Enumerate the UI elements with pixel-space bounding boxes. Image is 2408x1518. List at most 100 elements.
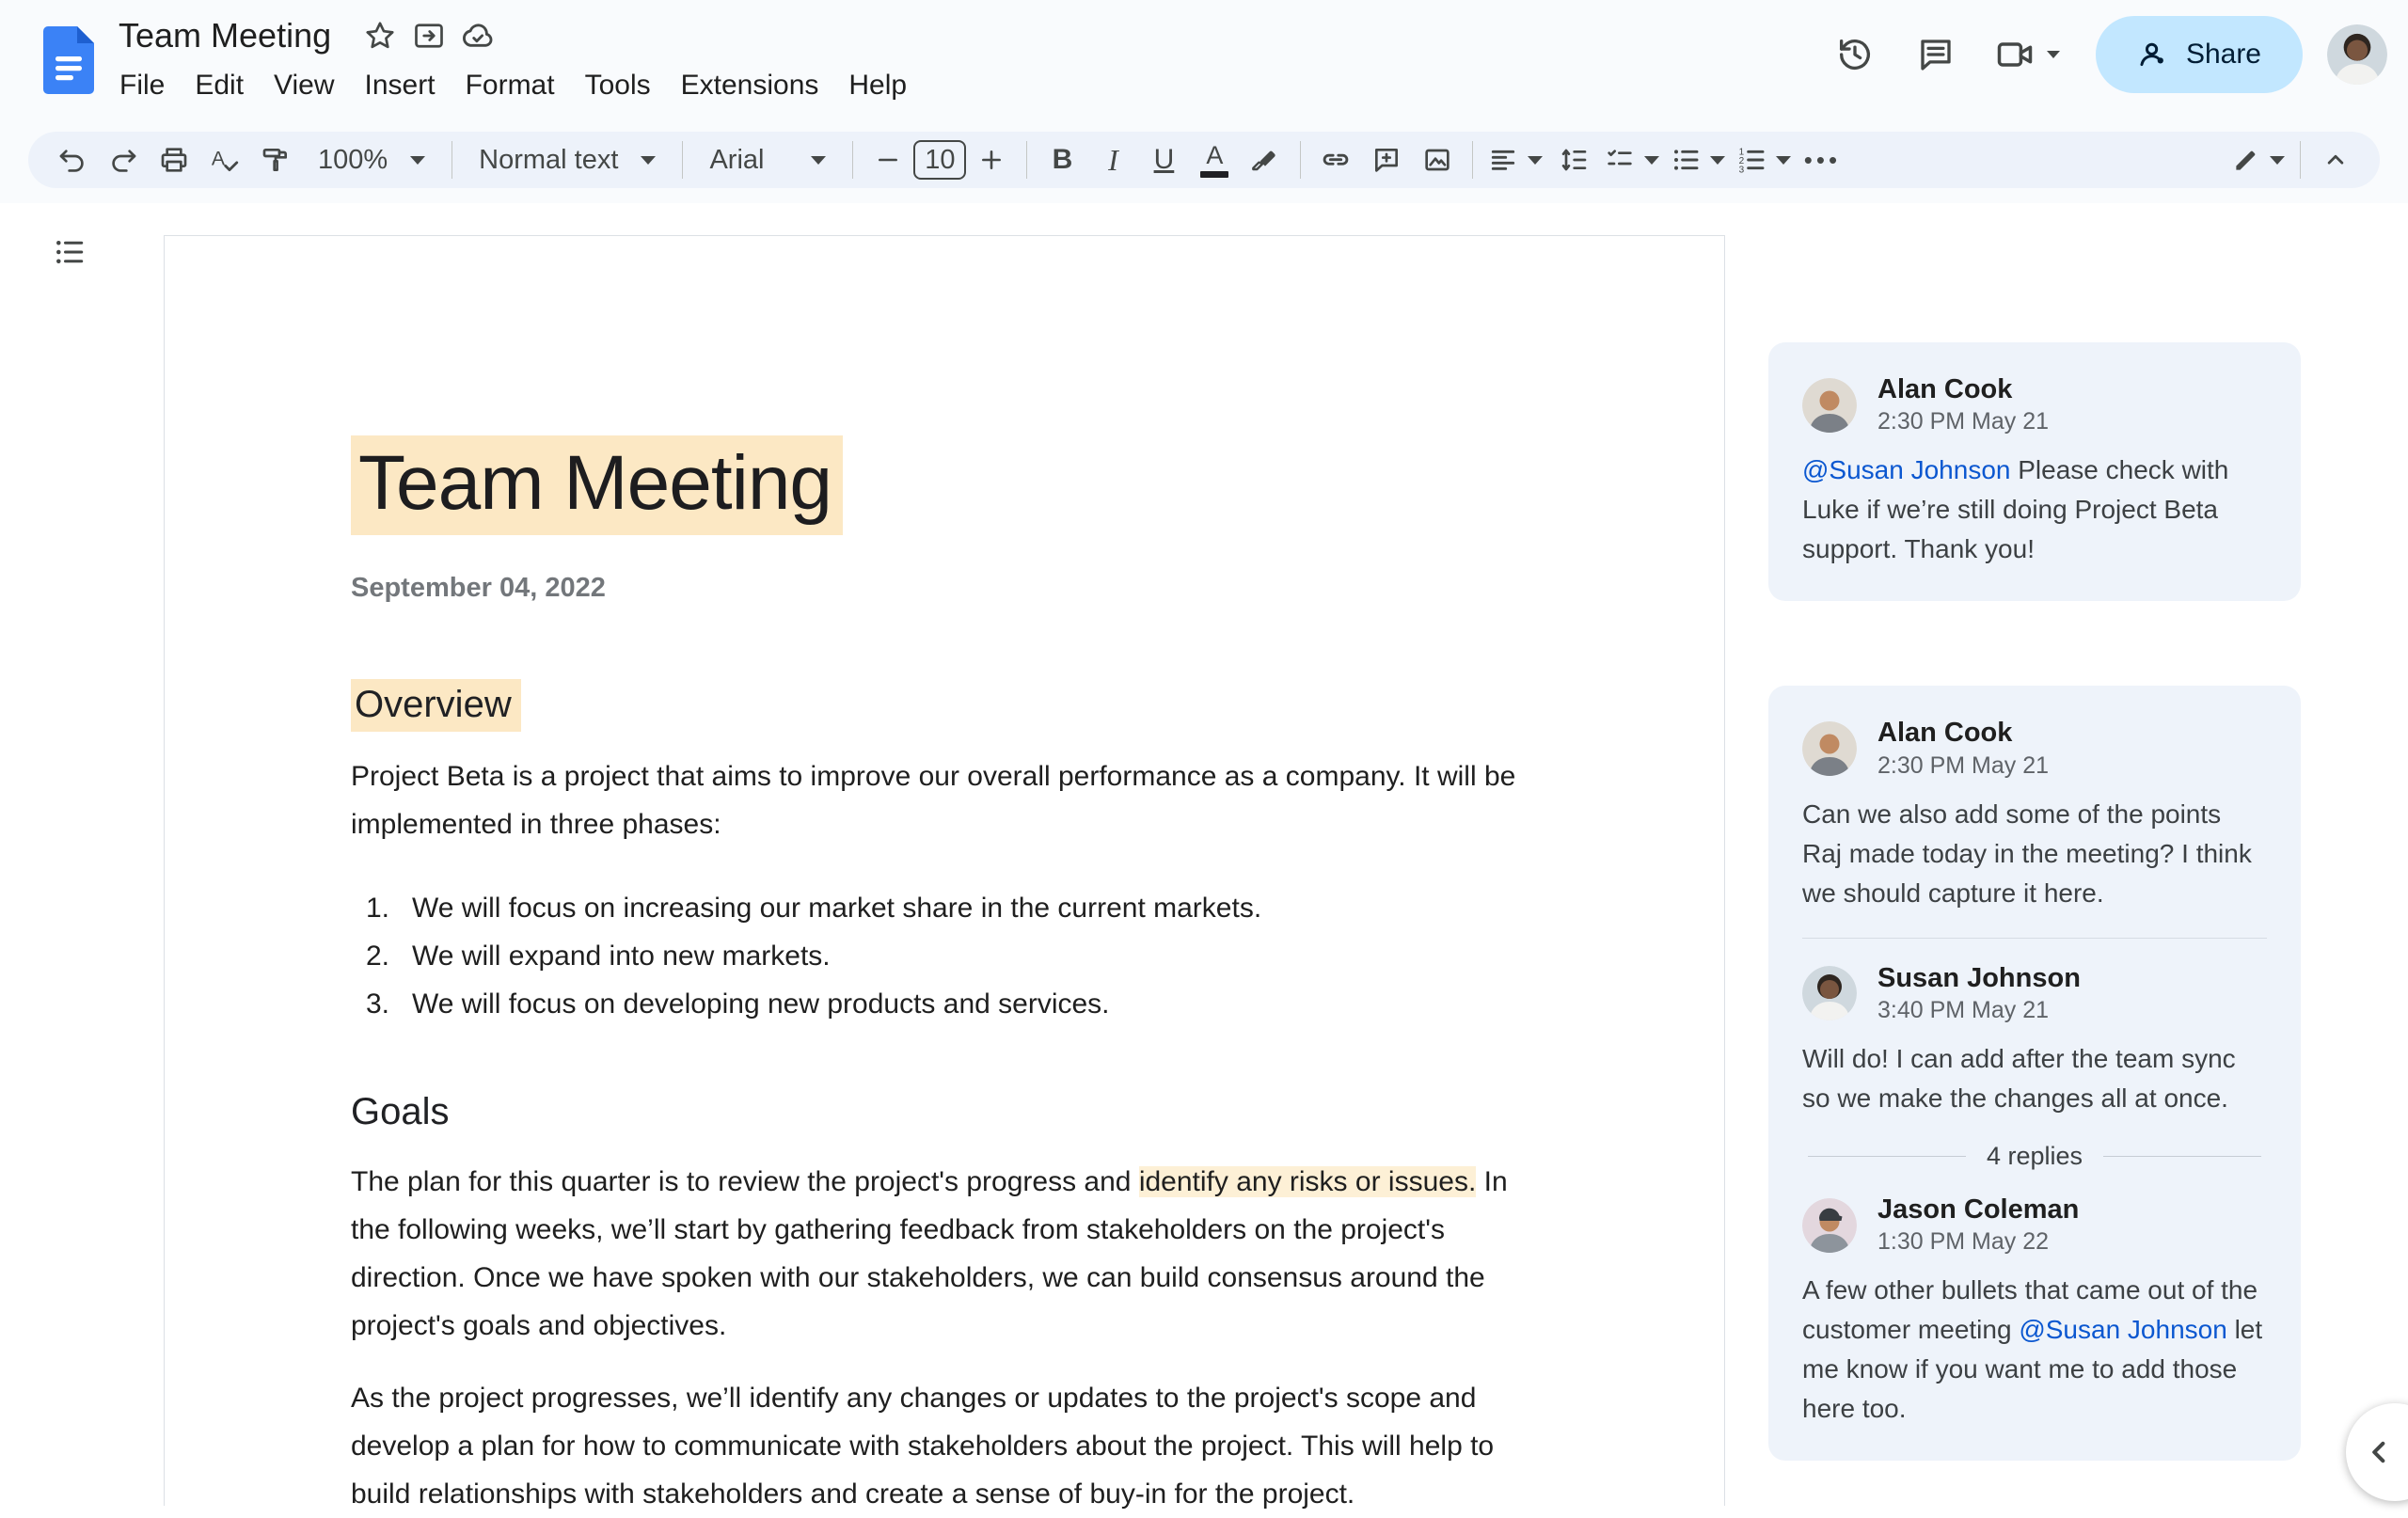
comment-author: Alan Cook [1877, 374, 2013, 404]
menu-insert[interactable]: Insert [350, 64, 451, 107]
menu-edit[interactable]: Edit [180, 64, 259, 107]
chevron-down-icon [811, 155, 827, 165]
numbered-list-icon: 1 2 3 [1739, 148, 1765, 175]
editing-mode-button[interactable] [2226, 137, 2290, 182]
bullet-list-icon [1674, 150, 1699, 170]
zoom-select[interactable]: 100% [301, 137, 442, 182]
menu-extensions[interactable]: Extensions [666, 64, 834, 107]
comment-header: Alan Cook 2:30 PM May 21 [1802, 718, 2267, 779]
document-title-field[interactable]: Team Meeting [119, 16, 331, 55]
comment-timestamp: 2:30 PM May 21 [1877, 751, 2050, 779]
save-status-button[interactable] [453, 11, 502, 60]
paragraph-style-select[interactable]: Normal text [462, 137, 673, 182]
formatting-toolbar: A 100% Normal text Arial 10 B I U A 1 2 … [28, 132, 2380, 188]
checklist-icon [1608, 150, 1633, 166]
minus-icon [879, 158, 898, 162]
underline-icon: U [1153, 144, 1175, 175]
mention-link[interactable]: @Susan Johnson [1802, 455, 2010, 484]
menu-format[interactable]: Format [451, 64, 570, 107]
comment-header: Jason Coleman 1:30 PM May 22 [1802, 1194, 2267, 1256]
undo-button[interactable] [47, 137, 98, 182]
redo-button[interactable] [98, 137, 149, 182]
add-comment-button[interactable] [1361, 137, 1412, 182]
more-options-button[interactable]: ••• [1797, 137, 1847, 182]
bold-icon: B [1052, 144, 1073, 175]
replies-toggle[interactable]: 4 replies [1802, 1141, 2267, 1172]
share-label: Share [2185, 39, 2261, 70]
menu-help[interactable]: Help [833, 64, 922, 107]
avatar-alan-cook [1802, 377, 1857, 433]
checklist-button[interactable] [1599, 137, 1665, 182]
spellcheck-button[interactable]: A [199, 137, 250, 182]
bold-button[interactable]: B [1037, 137, 1087, 182]
comment-body: A few other bullets that came out of the… [1802, 1275, 2263, 1424]
underline-button[interactable]: U [1138, 137, 1189, 182]
menu-tools[interactable]: Tools [570, 64, 666, 107]
collapse-toolbar-button[interactable] [2310, 137, 2361, 182]
star-button[interactable] [356, 11, 404, 60]
comments-panel: Alan Cook 2:30 PM May 21 @Susan Johnson … [1768, 342, 2301, 1462]
join-call-button[interactable] [1981, 34, 2073, 75]
comment-card-2[interactable]: Alan Cook 2:30 PM May 21 Can we also add… [1768, 686, 2301, 1462]
comment-timestamp: 3:40 PM May 21 [1877, 997, 2050, 1024]
overview-heading: Overview [351, 679, 1538, 732]
numbered-list-button[interactable]: 1 2 3 [1731, 137, 1797, 182]
share-button[interactable]: Share [2095, 16, 2303, 93]
chevron-down-icon [2270, 155, 2285, 165]
list-item: 3. We will focus on developing new produ… [366, 988, 1110, 1020]
font-size-field[interactable]: 10 [913, 140, 967, 180]
increase-font-size-button[interactable] [966, 137, 1017, 182]
redo-icon [112, 150, 136, 172]
comment-card-1[interactable]: Alan Cook 2:30 PM May 21 @Susan Johnson … [1768, 342, 2301, 602]
print-button[interactable] [149, 137, 199, 182]
move-document-button[interactable] [404, 11, 453, 60]
highlight-color-button[interactable] [1240, 137, 1291, 182]
menu-file[interactable]: File [104, 64, 180, 107]
show-outline-button[interactable] [47, 229, 92, 275]
text-color-icon: A [1200, 142, 1229, 178]
document-page[interactable]: Team Meeting September 04, 2022 Overview… [164, 235, 1725, 1510]
doc-title-text: Team Meeting [351, 435, 844, 535]
account-avatar[interactable] [2327, 24, 2387, 85]
avatar-alan-cook [1802, 721, 1857, 777]
highlighted-text: identify any risks or issues. [1138, 1166, 1477, 1197]
divider-line [1808, 1156, 1966, 1158]
overview-paragraph: Project Beta is a project that aims to i… [351, 761, 1516, 840]
italic-button[interactable]: I [1087, 137, 1138, 182]
insert-image-button[interactable] [1412, 137, 1463, 182]
comment-meta: Alan Cook 2:30 PM May 21 [1877, 374, 2049, 435]
decrease-font-size-button[interactable] [863, 137, 913, 182]
text-color-button[interactable]: A [1189, 137, 1240, 182]
align-button[interactable] [1482, 137, 1548, 182]
comment-meta: Jason Coleman 1:30 PM May 22 [1877, 1194, 2079, 1256]
comment-header: Alan Cook 2:30 PM May 21 [1802, 374, 2267, 435]
docs-logo[interactable] [43, 26, 94, 94]
line-spacing-icon [1562, 149, 1587, 171]
comment-author: Alan Cook [1877, 718, 2013, 749]
person-icon [2137, 39, 2169, 71]
bulleted-list-button[interactable] [1665, 137, 1731, 182]
italic-icon: I [1108, 142, 1118, 177]
line-spacing-button[interactable] [1548, 137, 1599, 182]
history-icon [1835, 35, 1875, 74]
open-comments-button[interactable] [1900, 19, 1972, 90]
font-value: Arial [709, 144, 765, 175]
comments-icon [1916, 35, 1956, 74]
paint-format-button[interactable] [250, 137, 301, 182]
mention-link[interactable]: @Susan Johnson [2019, 1315, 2226, 1344]
doc-title: Team Meeting [351, 236, 1538, 535]
version-history-button[interactable] [1819, 19, 1891, 90]
menu-view[interactable]: View [259, 64, 349, 107]
font-select[interactable]: Arial [692, 137, 843, 182]
comment-timestamp: 1:30 PM May 22 [1877, 1228, 2050, 1256]
app-chrome: Team Meeting File Edit View Insert Forma… [0, 0, 2408, 203]
top-actions: Share [1819, 13, 2387, 96]
chevron-down-icon [1644, 155, 1660, 165]
comment-author: Jason Coleman [1877, 1194, 2080, 1225]
align-left-icon [1492, 150, 1515, 170]
chevron-down-icon [1776, 155, 1792, 165]
hide-side-panel-button[interactable] [2346, 1403, 2408, 1501]
insert-link-button[interactable] [1310, 137, 1361, 182]
svg-text:A: A [212, 148, 226, 170]
goals-paragraph-1: The plan for this quarter is to review t… [351, 1166, 1508, 1341]
